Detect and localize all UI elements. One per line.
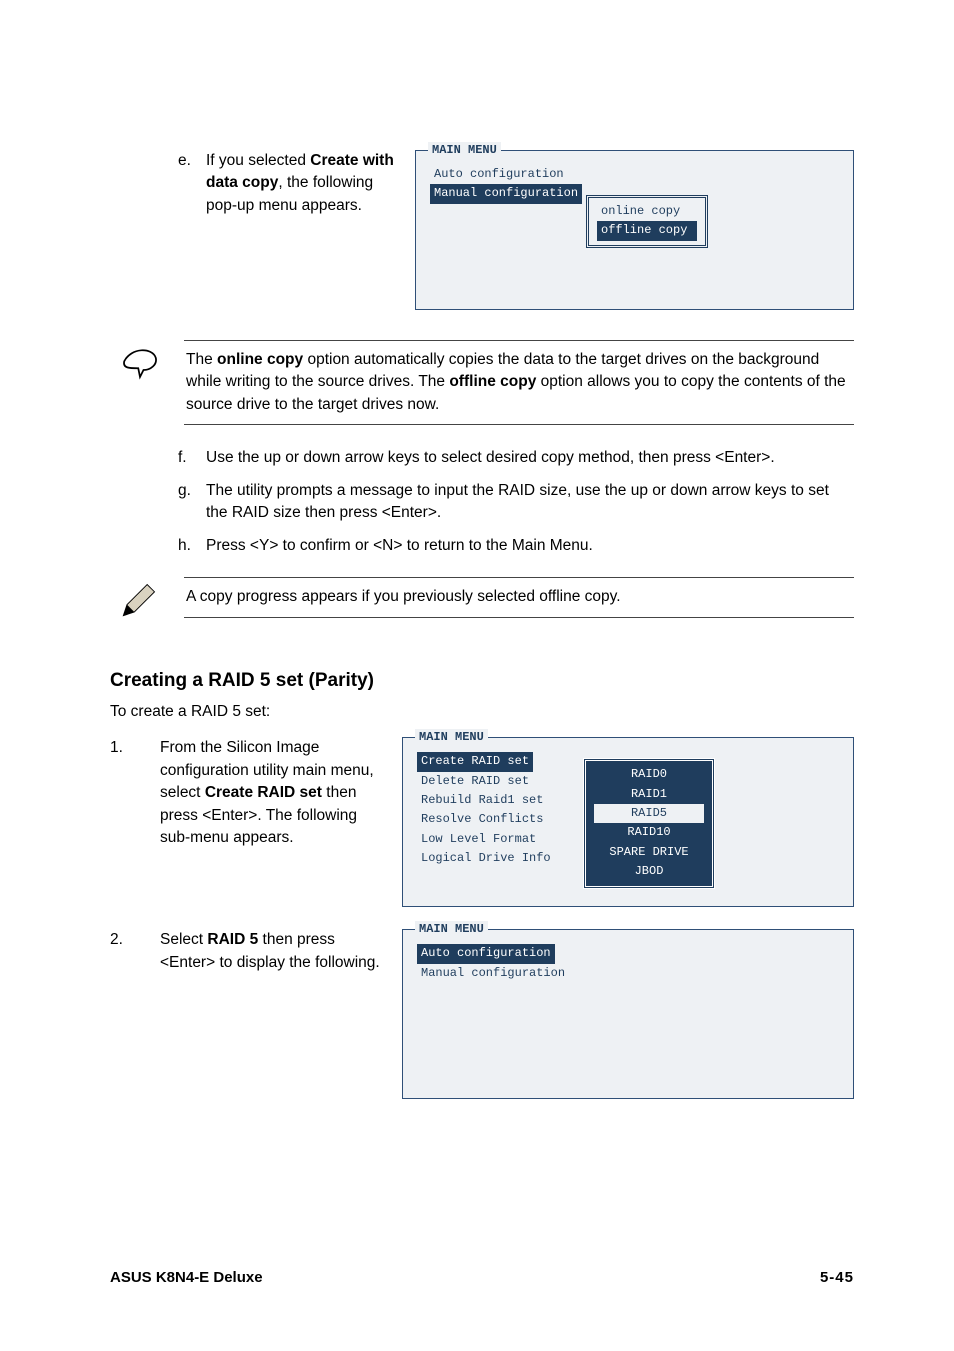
menu-auto-config: Auto configuration: [430, 165, 568, 184]
menu-delete-raid: Delete RAID set: [417, 772, 533, 791]
popup-spare-drive: SPARE DRIVE: [594, 843, 704, 862]
popup-jbod: JBOD: [594, 862, 704, 881]
step2-pre: Select: [160, 931, 207, 948]
note-copy-progress: A copy progress appears if you previousl…: [184, 577, 854, 617]
menu-rebuild-raid1: Rebuild Raid1 set: [417, 791, 547, 810]
step-e-pre: If you selected: [206, 152, 310, 169]
console-main-menu-copy: MAIN MENU Auto configuration Manual conf…: [415, 150, 854, 310]
pencil-icon: [116, 577, 166, 623]
popup-raid10: RAID10: [594, 823, 704, 842]
step-h-letter: h.: [178, 535, 206, 557]
note1-b: online copy: [217, 351, 303, 368]
note1-d: offline copy: [449, 373, 536, 390]
popup-raid-type: RAID0 RAID1 RAID5 RAID10 SPARE DRIVE JBO…: [583, 758, 715, 888]
popup-offline-copy-selected: offline copy: [597, 221, 697, 240]
popup-raid0: RAID0: [594, 765, 704, 784]
step1-bold: Create RAID set: [205, 784, 322, 801]
popup-copy-mode: online copy offline copy: [586, 195, 708, 248]
menu-manual-config-selected: Manual configuration: [430, 184, 582, 203]
step2-num: 2.: [110, 929, 160, 951]
menu-auto-config-selected: Auto configuration: [417, 944, 555, 963]
footer-product: ASUS K8N4-E Deluxe: [110, 1267, 263, 1289]
menu-manual-config-2: Manual configuration: [417, 964, 569, 983]
step-f-text: Use the up or down arrow keys to select …: [206, 447, 854, 469]
popup-raid5-selected: RAID5: [594, 804, 704, 823]
console-main-menu-auto: MAIN MENU Auto configuration Manual conf…: [402, 929, 854, 1099]
console1-title: MAIN MENU: [428, 142, 501, 159]
console-main-menu-raidset: MAIN MENU Create RAID set Delete RAID se…: [402, 737, 854, 907]
menu-low-level-format: Low Level Format: [417, 830, 540, 849]
step-e-letter: e.: [178, 150, 206, 172]
step-g-letter: g.: [178, 480, 206, 502]
note1-a: The: [186, 351, 217, 368]
console2-title: MAIN MENU: [415, 729, 488, 746]
note-online-offline: The online copy option automatically cop…: [184, 340, 854, 425]
menu-resolve-conflicts: Resolve Conflicts: [417, 810, 547, 829]
menu-create-raid-selected: Create RAID set: [417, 752, 533, 771]
step1-num: 1.: [110, 737, 160, 759]
step-g-text: The utility prompts a message to input t…: [206, 480, 854, 525]
console3-title: MAIN MENU: [415, 921, 488, 938]
popup-online-copy: online copy: [597, 202, 697, 221]
step-h-text: Press <Y> to confirm or <N> to return to…: [206, 535, 854, 557]
popup-raid1: RAID1: [594, 785, 704, 804]
menu-logical-drive-info: Logical Drive Info: [417, 849, 555, 868]
note-icon: [116, 340, 166, 384]
step2-bold: RAID 5: [207, 931, 258, 948]
step-f-letter: f.: [178, 447, 206, 469]
footer-page-number: 5-45: [820, 1267, 854, 1289]
raid5-intro: To create a RAID 5 set:: [110, 701, 854, 723]
heading-raid5: Creating a RAID 5 set (Parity): [110, 667, 854, 695]
